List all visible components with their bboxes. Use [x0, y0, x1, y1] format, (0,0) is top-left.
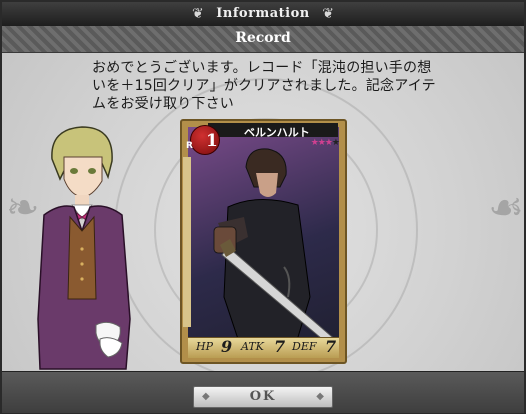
card-name-bar: ベルンハルト — [208, 123, 338, 139]
section-title: Record — [235, 30, 291, 46]
def-label: DEF — [292, 340, 317, 353]
section-header: Record — [2, 26, 524, 53]
card-rank-number: 1 — [206, 131, 218, 151]
star-icon: ★ — [324, 138, 333, 148]
star-icon: ★ — [310, 138, 319, 148]
content-panel: ❧ ☙ おめでとうございます。レコード「混沌の担い手の想いを＋15回クリア」がク… — [2, 53, 524, 371]
hp-label: HP — [196, 340, 213, 353]
ok-button-label: OK — [249, 389, 277, 404]
record-message: おめでとうございます。レコード「混沌の担い手の想いを＋15回クリア」がクリアされ… — [92, 60, 436, 112]
bottom-bar: ◆ OK ◆ — [2, 371, 524, 413]
card-name: ベルンハルト — [244, 126, 310, 139]
atk-label: ATK — [241, 340, 264, 353]
side-ornament-right-icon: ☙ — [488, 185, 524, 231]
card-illustration — [213, 148, 339, 356]
ok-button[interactable]: ◆ OK ◆ — [193, 386, 333, 408]
title-bar: ❦ Information ❦ — [2, 2, 524, 27]
card-art — [188, 127, 339, 356]
card-rarity-letter: R — [186, 141, 193, 151]
card-side-strip — [183, 157, 191, 327]
star-icon: ★ — [331, 138, 340, 148]
atk-value: 7 — [274, 337, 286, 356]
card-rank-badge: 1 — [190, 125, 220, 155]
window-title: Information — [216, 6, 310, 21]
ornament-right-icon: ❦ — [322, 6, 334, 22]
card-stats-bar: HP 9 ATK 7 DEF 7 — [188, 337, 339, 358]
hp-value: 9 — [221, 337, 233, 356]
reward-card[interactable]: ベルンハルト 1 R ★★★★ HP 9 ATK 7 DEF 7 — [180, 119, 347, 364]
def-value: 7 — [325, 337, 337, 356]
dialog-window: ❦ Information ❦ Record ❧ ☙ おめでとうございます。レコ… — [0, 0, 526, 414]
character-portrait — [37, 126, 131, 370]
star-icon: ★ — [317, 138, 326, 148]
card-star-rating: ★★★★ — [310, 138, 340, 148]
button-ornament-right-icon: ◆ — [316, 391, 324, 402]
